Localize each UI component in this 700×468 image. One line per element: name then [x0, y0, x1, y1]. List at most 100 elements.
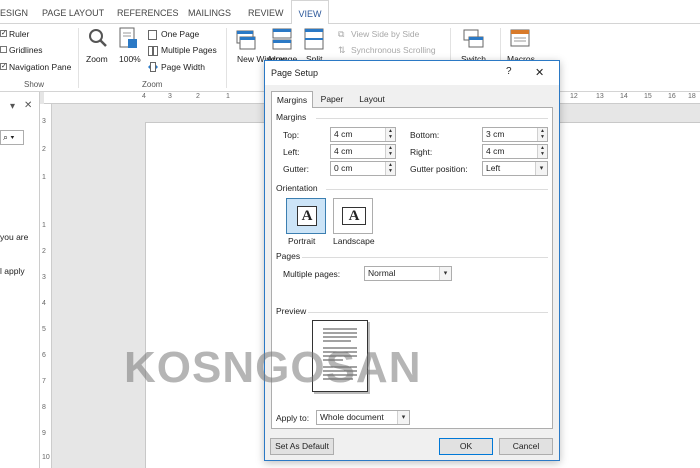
top-margin-value: 4 cm [334, 129, 353, 139]
multiple-pages-select[interactable]: Normal ▾ [364, 266, 452, 281]
split-icon[interactable] [304, 28, 324, 50]
ruler-number: 5 [42, 326, 46, 333]
right-margin-value: 4 cm [486, 146, 505, 156]
search-icon[interactable]: ⌕ ▾ [0, 130, 24, 145]
preview-section-heading: Preview [276, 306, 307, 316]
left-margin-field[interactable]: 4 cm ▲ ▼ [330, 144, 396, 159]
section-divider [308, 312, 548, 313]
arrange-all-icon[interactable] [272, 28, 292, 50]
gridlines-label[interactable]: Gridlines [9, 45, 43, 55]
tab-design[interactable]: ESIGN [0, 0, 28, 24]
zoom-group-label: Zoom [142, 80, 163, 89]
help-button[interactable]: ? [506, 66, 512, 77]
ruler-number: 1 [42, 222, 46, 229]
vertical-ruler[interactable]: 3 2 1 1 2 3 4 5 6 7 8 9 10 [40, 104, 52, 468]
pane-text: you are [0, 232, 29, 242]
ruler-checkbox[interactable]: ✓ [0, 30, 7, 37]
right-margin-field[interactable]: 4 cm ▲ ▼ [482, 144, 548, 159]
ruler-number: 15 [644, 93, 652, 100]
ruler-number: 2 [42, 146, 46, 153]
landscape-option[interactable]: A [333, 198, 373, 234]
spin-arrows-icon[interactable]: ▲ ▼ [385, 145, 395, 158]
tab-paper[interactable]: Paper [315, 91, 349, 107]
synchronous-scrolling-button[interactable]: Synchronous Scrolling [351, 45, 436, 55]
landscape-icon: A [342, 207, 366, 225]
portrait-option[interactable]: A [286, 198, 326, 234]
tab-review[interactable]: REVIEW [248, 0, 284, 24]
gutter-field[interactable]: 0 cm ▲ ▼ [330, 161, 396, 176]
close-button[interactable]: ✕ [535, 66, 544, 79]
ruler-number: 2 [196, 93, 200, 100]
portrait-label[interactable]: Portrait [288, 236, 315, 246]
ruler-number: 12 [570, 93, 578, 100]
ruler-number: 4 [142, 93, 146, 100]
gutter-label: Gutter: [283, 164, 309, 174]
tab-references[interactable]: REFERENCES [117, 0, 179, 24]
view-side-by-side-button[interactable]: View Side by Side [351, 29, 419, 39]
group-divider [78, 28, 79, 88]
ruler-number: 7 [42, 378, 46, 385]
dialog-title-bar[interactable]: Page Setup ? ✕ [265, 61, 559, 85]
apply-to-select[interactable]: Whole document ▾ [316, 410, 410, 425]
landscape-label[interactable]: Landscape [333, 236, 375, 246]
group-divider [226, 28, 227, 88]
cancel-button[interactable]: Cancel [499, 438, 553, 455]
section-divider [302, 257, 548, 258]
watermark: KOSNGOSAN [124, 343, 422, 392]
one-page-button[interactable]: One Page [161, 29, 199, 39]
ok-button[interactable]: OK [439, 438, 493, 455]
spin-arrows-icon[interactable]: ▲ ▼ [385, 128, 395, 141]
ruler-number: 1 [226, 93, 230, 100]
hundred-percent-button[interactable]: 100% [119, 54, 141, 64]
gridlines-checkbox[interactable] [0, 46, 7, 53]
spin-arrows-icon[interactable]: ▲ ▼ [537, 128, 547, 141]
new-window-icon[interactable] [236, 28, 256, 50]
one-page-icon [148, 30, 157, 40]
tab-mailings[interactable]: MAILINGS [188, 0, 233, 24]
chevron-down-icon[interactable]: ▾ [397, 411, 409, 424]
navigation-pane-checkbox[interactable]: ✓ [0, 63, 7, 70]
chevron-down-icon[interactable]: ▾ [535, 162, 547, 175]
page-setup-dialog: Page Setup ? ✕ Margins Paper Layout Marg… [264, 60, 560, 461]
ruler-number: 1 [42, 174, 46, 181]
pages-section-heading: Pages [276, 251, 301, 261]
switch-windows-icon[interactable] [463, 28, 485, 50]
left-margin-label: Left: [283, 147, 300, 157]
section-divider [316, 118, 548, 119]
ruler-number: 6 [42, 352, 46, 359]
ruler-number: 13 [596, 93, 604, 100]
pane-close-icon[interactable]: ▾ [10, 101, 15, 112]
close-icon[interactable]: ✕ [24, 100, 32, 111]
zoom-button[interactable]: Zoom [86, 54, 108, 64]
tab-page-layout[interactable]: PAGE LAYOUT [42, 0, 104, 24]
show-group-label: Show [24, 80, 45, 89]
zoom-magnifier-icon[interactable] [88, 28, 108, 48]
apply-to-value: Whole document [320, 412, 384, 422]
hundred-percent-icon[interactable] [119, 27, 139, 51]
spin-arrows-icon[interactable]: ▲ ▼ [385, 162, 395, 175]
ruler-label[interactable]: Ruler [9, 29, 29, 39]
gutter-position-select[interactable]: Left ▾ [482, 161, 548, 176]
spin-arrows-icon[interactable]: ▲ ▼ [537, 145, 547, 158]
page-width-button[interactable]: Page Width [161, 62, 205, 72]
set-as-default-button[interactable]: Set As Default [270, 438, 334, 455]
multiple-pages-icon [148, 46, 158, 56]
ruler-number: 2 [42, 248, 46, 255]
left-margin-value: 4 cm [334, 146, 353, 156]
tab-view[interactable]: VIEW [291, 0, 329, 25]
ruler-number: 14 [620, 93, 628, 100]
apply-to-label: Apply to: [276, 413, 310, 423]
bottom-margin-label: Bottom: [410, 130, 440, 140]
bottom-margin-field[interactable]: 3 cm ▲ ▼ [482, 127, 548, 142]
orientation-section-heading: Orientation [276, 183, 318, 193]
top-margin-field[interactable]: 4 cm ▲ ▼ [330, 127, 396, 142]
tab-margins[interactable]: Margins [271, 91, 313, 108]
navigation-pane-label[interactable]: Navigation Pane [9, 62, 71, 72]
page-width-icon [148, 62, 158, 72]
macros-icon[interactable] [510, 28, 532, 50]
right-margin-label: Right: [410, 147, 433, 157]
ruler-number: 8 [42, 404, 46, 411]
multiple-pages-button[interactable]: Multiple Pages [161, 45, 217, 55]
tab-layout[interactable]: Layout [353, 91, 391, 107]
chevron-down-icon[interactable]: ▾ [439, 267, 451, 280]
